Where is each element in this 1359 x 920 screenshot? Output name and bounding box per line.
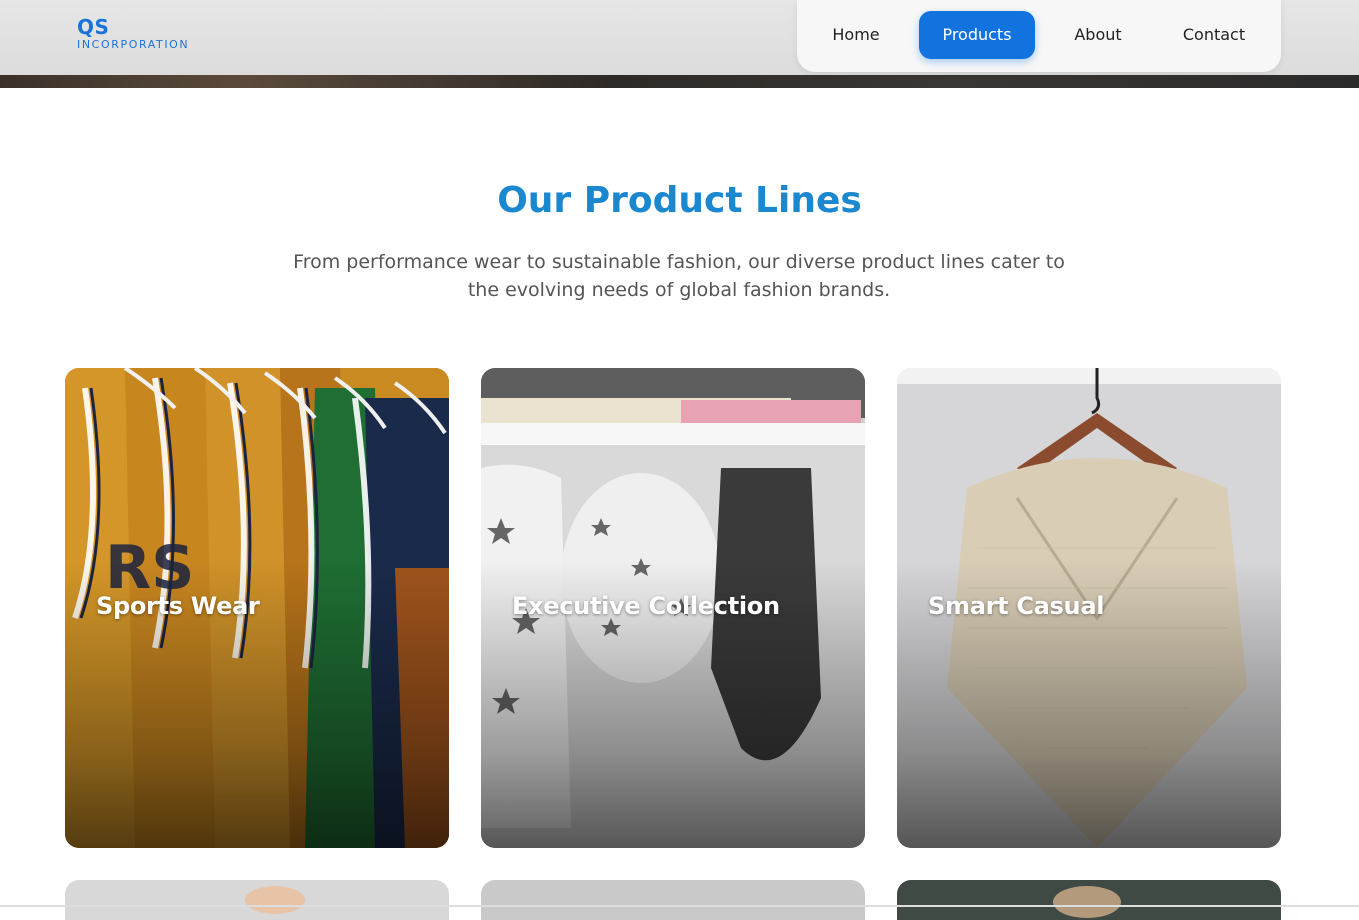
card-title: Executive Collection bbox=[512, 592, 780, 620]
product-card-row2-3[interactable] bbox=[897, 880, 1281, 920]
section-subtitle: From performance wear to sustainable fas… bbox=[293, 251, 1065, 301]
card-title: Smart Casual bbox=[928, 592, 1105, 620]
product-card-row2-1[interactable] bbox=[65, 880, 449, 920]
product-card-sports-wear[interactable]: RS Sports Wear bbox=[65, 368, 449, 848]
card-title: Sports Wear bbox=[96, 592, 260, 620]
product-card-row2-2[interactable] bbox=[481, 880, 865, 920]
main-nav: Home Products About Contact bbox=[797, 0, 1281, 72]
nav-contact[interactable]: Contact bbox=[1169, 11, 1259, 59]
nav-about[interactable]: About bbox=[1059, 11, 1137, 59]
product-card-executive-collection[interactable]: Executive Collection bbox=[481, 368, 865, 848]
section-title: Our Product Lines bbox=[497, 180, 862, 221]
nav-products[interactable]: Products bbox=[919, 11, 1035, 59]
row2-card-image bbox=[245, 886, 305, 914]
logo-main-text: QS bbox=[77, 15, 110, 39]
nav-home[interactable]: Home bbox=[817, 11, 895, 59]
logo-sub-text: INCORPORATION bbox=[77, 38, 190, 51]
row2-card-image bbox=[1053, 886, 1121, 918]
product-card-smart-casual[interactable]: Smart Casual bbox=[897, 368, 1281, 848]
logo[interactable]: QS INCORPORATION bbox=[77, 16, 189, 51]
